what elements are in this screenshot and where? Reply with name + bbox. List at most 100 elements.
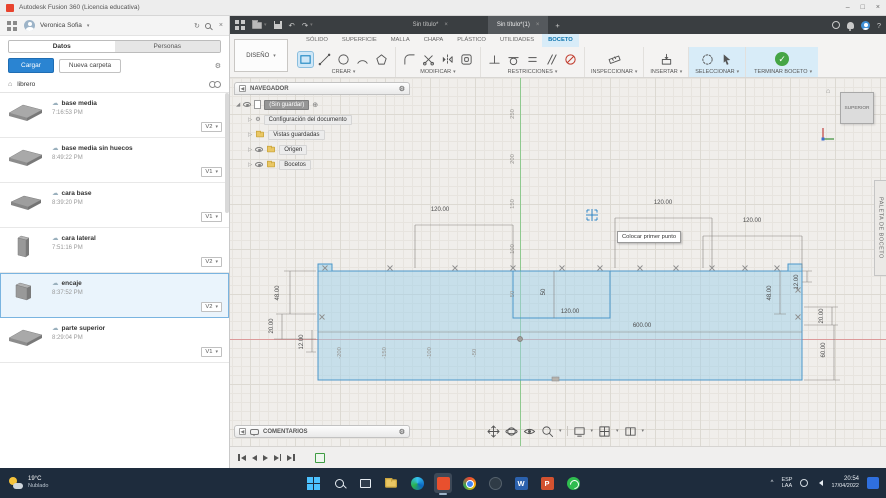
dimension-label[interactable]: 120.00 [561,309,579,315]
list-item[interactable]: ☁ base media 7:16:53 PM V2 ▾ [0,93,229,138]
version-badge[interactable]: V1 ▾ [201,347,222,357]
orbit-icon[interactable] [505,425,518,438]
comments-bar[interactable]: ◀ COMENTARIOS ⚙ [234,425,410,438]
edge-browser-icon[interactable] [408,473,426,493]
fusion-360-taskbar-icon[interactable] [434,473,452,495]
task-view-icon[interactable] [356,473,374,493]
zoom-chevron-icon[interactable]: ▾ [559,428,562,434]
tab-chapa[interactable]: CHAPA [418,34,450,47]
file-explorer-icon[interactable] [382,473,400,493]
browser-header[interactable]: ◀ NAVEGADOR ⚙ [234,82,410,95]
account-avatar[interactable] [860,20,870,30]
collapse-panel-icon[interactable]: ◀ [239,85,246,92]
version-badge[interactable]: V1 ▾ [201,212,222,222]
user-name[interactable]: Veronica Sofia [40,22,82,29]
sketch-feature-marker[interactable] [314,452,325,463]
node-label[interactable]: Bocetos [279,159,311,170]
version-badge[interactable]: V2 ▾ [201,257,222,267]
app-icon-dark[interactable] [486,473,504,493]
insert-tool-icon[interactable] [659,52,674,67]
network-icon[interactable] [800,479,809,487]
people-icon[interactable] [209,80,221,88]
group-label-modificar[interactable]: MODIFICAR ▾ [420,69,455,76]
block-constraint-icon[interactable] [563,52,578,67]
list-item[interactable]: ☁ cara base 8:39:20 PM V1 ▾ [0,183,229,228]
close-tab-icon[interactable]: × [444,22,448,28]
group-label-insertar[interactable]: INSERTAR ▾ [650,69,682,76]
refresh-icon[interactable]: ↻ [194,22,200,30]
viewports-chevron-icon[interactable]: ▾ [642,428,645,434]
language-indicator[interactable]: ESP LAA [781,477,792,490]
viewcube-face[interactable]: SUPERIOR [840,92,874,124]
add-icon[interactable]: ⊕ [312,101,318,109]
circle-tool-icon[interactable] [336,52,351,67]
look-at-icon[interactable] [523,425,536,438]
dimension-label[interactable]: 120.00 [431,207,449,213]
list-item[interactable]: ☁ cara lateral 7:51:16 PM V2 ▾ [0,228,229,273]
pan-icon[interactable] [487,424,500,438]
breadcrumb-folder[interactable]: librero [17,81,35,88]
scrollbar[interactable] [225,93,229,213]
user-avatar[interactable] [24,20,35,31]
measure-tool-icon[interactable] [607,52,622,67]
viewports-icon[interactable] [624,425,637,438]
display-chevron-icon[interactable]: ▾ [591,428,594,434]
new-folder-button[interactable]: Nueva carpeta [58,58,122,73]
tab-boceto-active[interactable]: BOCETO [542,34,579,47]
upload-button[interactable]: Cargar [8,58,54,73]
expander-icon[interactable]: ◢ [236,102,240,108]
timeline-step-forward-button[interactable] [273,454,281,461]
group-label-seleccionar[interactable]: SELECCIONAR ▾ [695,69,739,76]
node-label[interactable]: Vistas guardadas [268,129,325,140]
whatsapp-icon[interactable] [564,473,582,493]
visibility-eye-icon[interactable] [243,102,252,107]
close-button[interactable]: × [876,4,880,11]
tree-node-row[interactable]: ▷ ⚙ Configuración del documento [248,114,410,125]
chrome-browser-icon[interactable] [460,473,478,493]
save-icon[interactable] [273,21,282,29]
dimension-label[interactable]: 20.00 [269,318,275,333]
word-icon[interactable]: W [512,473,530,493]
weather-widget[interactable]: 19°C Nublado [0,476,58,489]
visibility-eye-icon[interactable] [255,162,264,167]
tree-node-row[interactable]: ▷ Vistas guardadas [248,129,410,140]
redo-icon[interactable]: ↷ ▾ [302,21,313,30]
root-node-label[interactable]: (Sin guardar) [264,99,310,110]
dimension-label[interactable]: 120.00 [654,200,672,206]
expander-icon[interactable]: ▷ [248,162,252,168]
expander-icon[interactable]: ▷ [248,132,252,138]
dimension-label[interactable]: 120.00 [743,218,761,224]
tab-datos[interactable]: Datos [9,41,115,52]
close-tab-icon[interactable]: × [536,22,540,28]
viewcube[interactable]: ⌂ SUPERIOR [821,88,878,141]
dimension-label[interactable]: 48.00 [767,285,773,300]
display-settings-icon[interactable] [573,425,586,438]
job-status-icon[interactable] [831,21,840,29]
trim-tool-icon[interactable] [421,52,436,67]
taskbar-search-icon[interactable] [330,473,348,493]
group-label-terminar-boceto[interactable]: TERMINAR BOCETO ▾ [752,69,812,76]
group-label-inspeccionar[interactable]: INSPECCIONAR ▾ [591,69,637,76]
node-label[interactable]: Configuración del documento [263,114,352,125]
dimension-label[interactable]: 50 [541,289,547,296]
list-item-selected[interactable]: ☁ encaje 8:37:52 PM V2 ▾ [0,273,229,318]
tree-node-row[interactable]: ▷ Bocetos [248,159,410,170]
grid-settings-icon[interactable] [598,425,611,438]
version-badge[interactable]: V1 ▾ [201,167,222,177]
tab-superficie[interactable]: SUPERFICIE [336,34,383,47]
tab-personas[interactable]: Personas [114,41,220,52]
tab-utilidades[interactable]: UTILIDADES [494,34,540,47]
equal-constraint-icon[interactable] [525,52,540,67]
sketch-palette-tab[interactable]: PALETA DE BOCETO [874,180,886,276]
home-icon[interactable]: ⌂ [8,81,12,88]
grid-chevron-icon[interactable]: ▾ [616,428,619,434]
fillet-tool-icon[interactable] [402,52,417,67]
notification-badge[interactable] [867,477,879,489]
app-grid-icon[interactable] [235,20,239,24]
user-menu-chevron-icon[interactable]: ▾ [87,23,90,29]
version-badge[interactable]: V2 ▾ [201,122,222,132]
apps-grid-icon[interactable] [7,20,11,25]
node-label[interactable]: Origen [279,144,308,155]
home-view-icon[interactable]: ⌂ [826,88,830,95]
visibility-eye-icon[interactable] [255,147,264,152]
